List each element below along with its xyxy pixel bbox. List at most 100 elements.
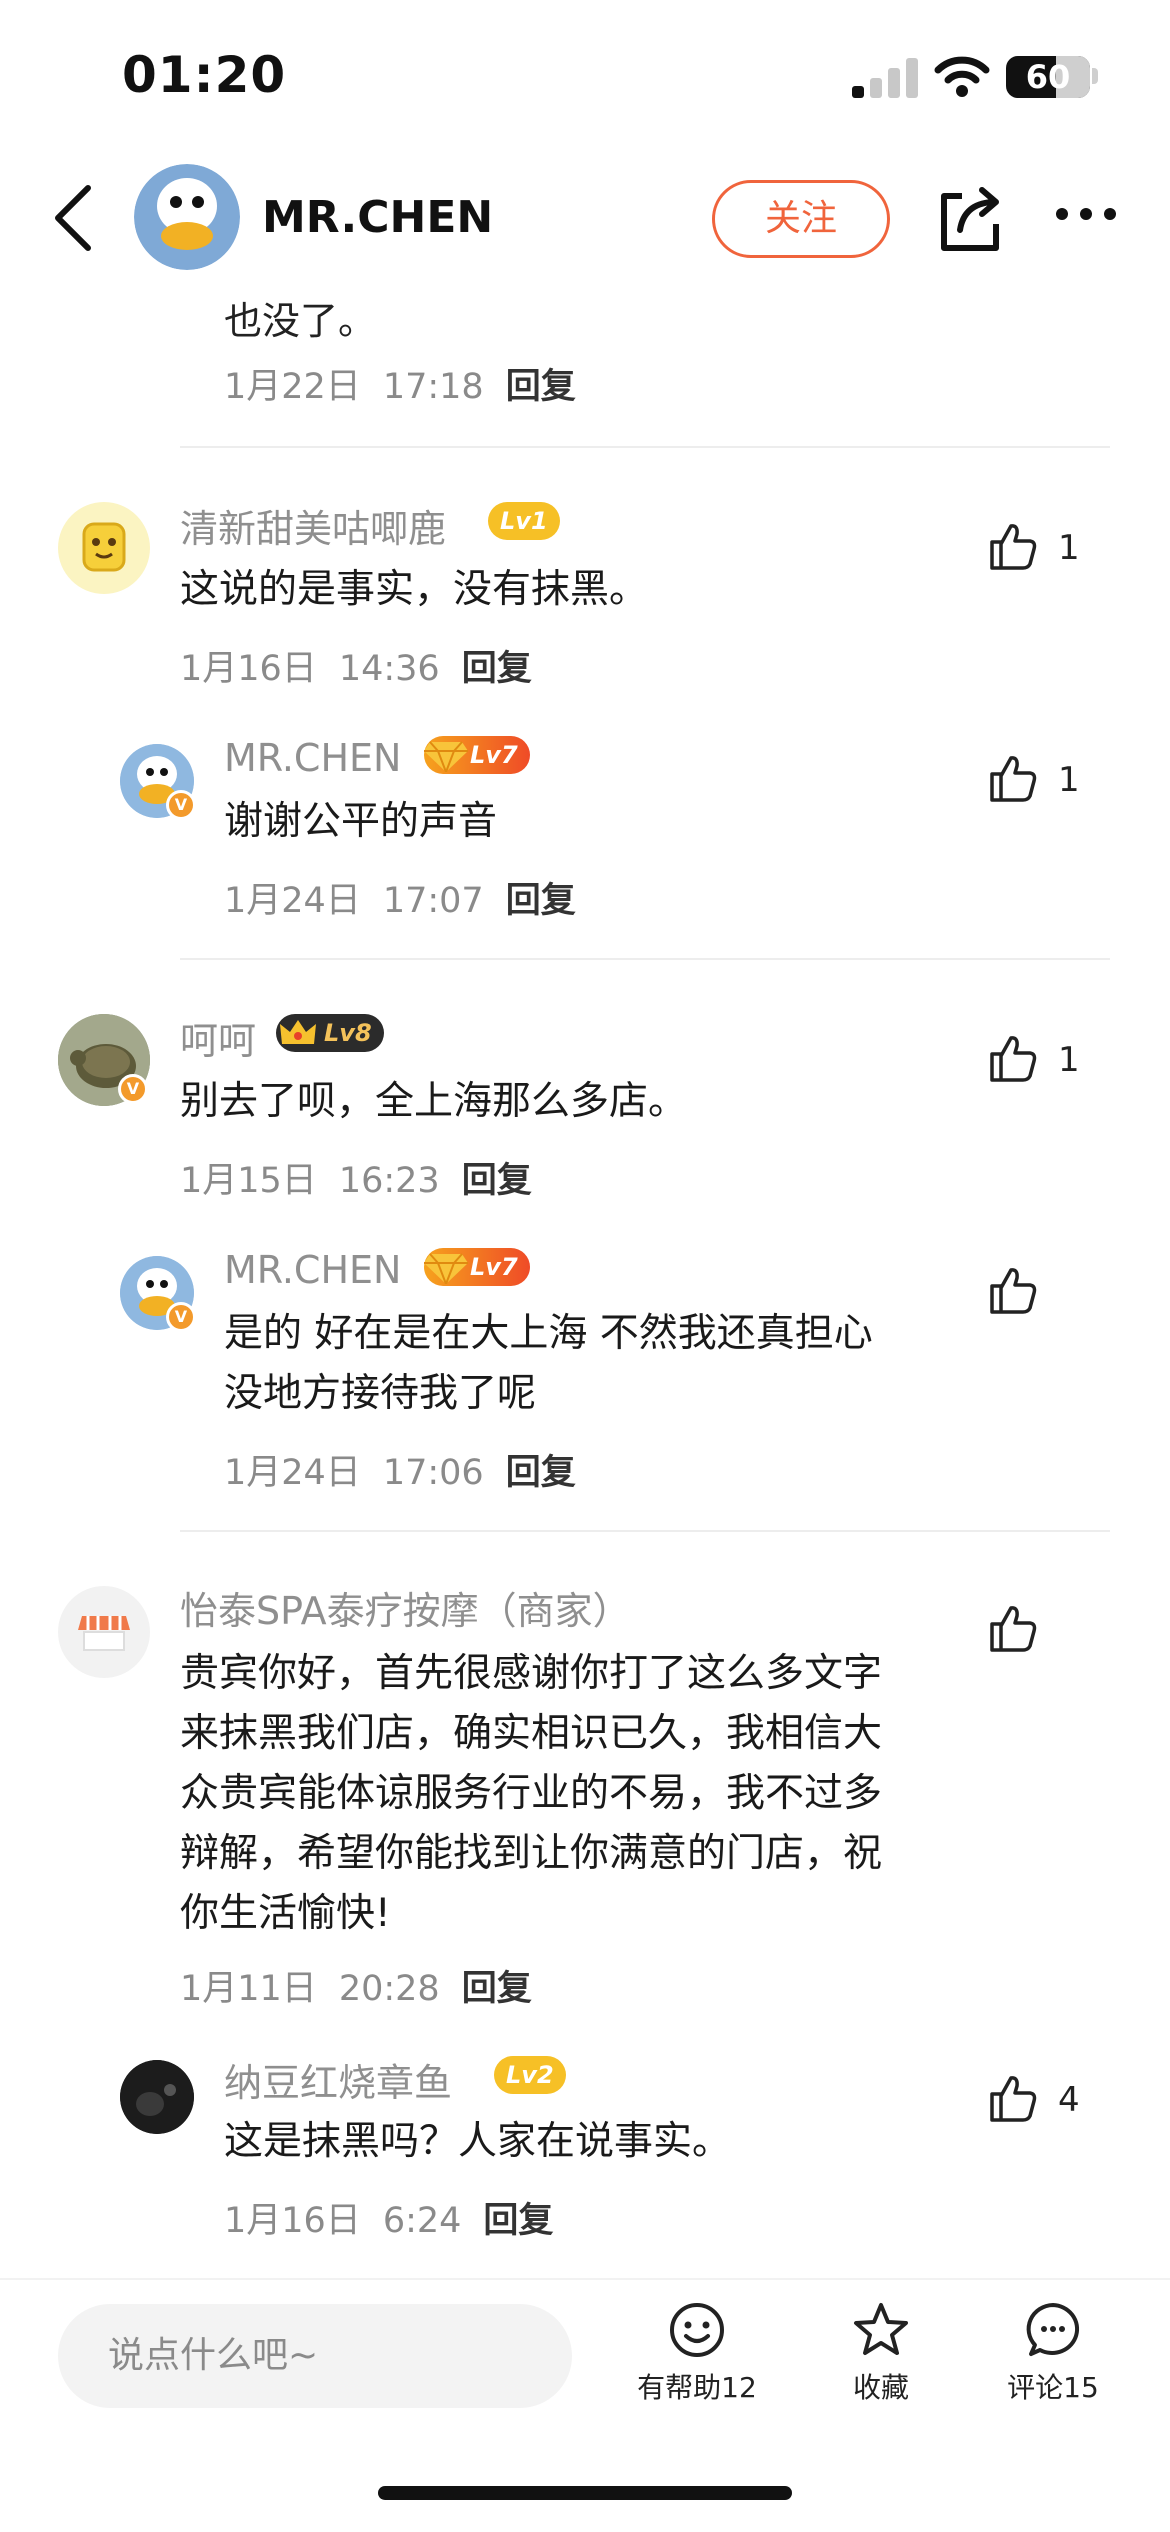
replier-name[interactable]: MR.CHEN <box>224 736 401 780</box>
favorite-label: 收藏 <box>852 2371 909 2404</box>
store-avatar[interactable] <box>58 1586 150 1678</box>
thumbs-up-icon <box>990 1606 1037 1652</box>
level-badge: Lv7 <box>424 1248 530 1286</box>
reply-date: 1月24日 <box>224 1453 361 1493</box>
thumbs-up-icon <box>990 524 1037 570</box>
comment-text-line: 众贵宾能体谅服务行业的不易，我不过多 <box>180 1771 883 1816</box>
reply-text: 谢谢公平的声音 <box>224 799 498 844</box>
thumbs-up-icon <box>990 756 1037 802</box>
comment-text-line: 你生活愉快! <box>180 1891 391 1936</box>
comments-label: 评论15 <box>1007 2371 1099 2404</box>
reply-button[interactable]: 回复 <box>506 881 576 921</box>
reply-time: 17:07 <box>382 881 484 921</box>
author-avatar[interactable] <box>134 164 240 270</box>
helpful-label: 有帮助12 <box>637 2371 757 2404</box>
level-text: Lv7 <box>470 741 518 769</box>
reply-text: 这是抹黑吗？人家在说事实。 <box>224 2119 732 2164</box>
comment-thread: 也没了。 1月22日 17:18 回复 清新甜美咕唧鹿 Lv1 这说的是事实，没有抹… <box>0 0 1170 2532</box>
author-name[interactable]: MR.CHEN <box>262 192 493 243</box>
reply-button[interactable]: 回复 <box>462 649 532 689</box>
comment-text-line: 来抹黑我们店，确实相识已久，我相信大 <box>180 1711 883 1756</box>
avatar[interactable] <box>120 2060 194 2134</box>
like-button[interactable] <box>988 1602 1108 1662</box>
like-button[interactable] <box>988 1264 1108 1324</box>
reply-button[interactable]: 回复 <box>506 367 576 407</box>
verified-badge: V <box>166 790 196 820</box>
comment-time: 20:28 <box>338 1969 440 2009</box>
reply-button[interactable]: 回复 <box>462 1969 532 2009</box>
merchant-name[interactable]: 怡泰SPA泰疗按摩（商家） <box>180 1580 631 1635</box>
thumbs-up-icon <box>990 1036 1037 1082</box>
diamond-icon <box>424 741 468 772</box>
level-text: Lv8 <box>324 1019 372 1047</box>
like-button[interactable]: 1 <box>988 752 1108 812</box>
commenter-name[interactable]: 清新甜美咕唧鹿 <box>180 498 446 553</box>
commenter-name[interactable]: 呵呵 <box>180 1010 256 1065</box>
reply-meta: 1月16日 6:24 回复 <box>224 2192 553 2243</box>
reply-text: 也没了。 <box>224 299 377 343</box>
comment-time: 14:36 <box>338 649 440 689</box>
smiley-icon <box>670 2303 724 2357</box>
reply-date: 1月16日 <box>224 2201 361 2241</box>
share-icon[interactable] <box>934 180 1006 256</box>
comment-date: 1月11日 <box>180 1969 317 2009</box>
comment-text-line: 贵宾你好，首先很感谢你打了这么多文字 <box>180 1651 883 1696</box>
home-indicator[interactable] <box>378 2486 792 2500</box>
replier-name[interactable]: 纳豆红烧章鱼 <box>224 2052 452 2107</box>
like-button[interactable]: 1 <box>988 1032 1108 1092</box>
avatar[interactable] <box>58 502 150 594</box>
reply-meta: 1月24日 17:07 回复 <box>224 872 576 923</box>
comment-text: 别去了呗，全上海那么多店。 <box>180 1079 688 1124</box>
thumbs-up-icon <box>990 2076 1037 2122</box>
reply-meta: 1月22日 17:18 回复 <box>224 358 576 409</box>
reply-text-line: 是的 好在是在大上海 不然我还真担心 <box>224 1311 873 1356</box>
level-badge: Lv8 <box>276 1014 384 1052</box>
comment-text-line: 辩解，希望你能找到让你满意的门店，祝 <box>180 1831 883 1876</box>
reply-meta: 1月24日 17:06 回复 <box>224 1444 576 1495</box>
comment-date: 1月16日 <box>180 649 317 689</box>
level-badge: Lv2 <box>494 2056 566 2094</box>
comment-meta: 1月15日 16:23 回复 <box>180 1152 532 1203</box>
divider <box>180 958 1110 960</box>
divider <box>180 446 1110 448</box>
helpful-button[interactable]: 有帮助12 <box>612 2300 782 2406</box>
comment-input[interactable]: 说点什么吧~ <box>58 2304 572 2408</box>
comment-text: 这说的是事实，没有抹黑。 <box>180 567 649 612</box>
level-text: Lv7 <box>470 1253 518 1281</box>
thumbs-up-icon <box>990 1268 1037 1314</box>
like-count: 1 <box>1058 1040 1080 1080</box>
crown-icon <box>280 1020 316 1044</box>
star-icon <box>854 2303 908 2355</box>
comment-date: 1月15日 <box>180 1161 317 1201</box>
level-badge: Lv1 <box>488 502 560 540</box>
store-icon <box>78 1616 130 1651</box>
reply-button[interactable]: 回复 <box>462 1161 532 1201</box>
favorite-button[interactable]: 收藏 <box>796 2300 966 2406</box>
like-button[interactable]: 4 <box>988 2072 1108 2132</box>
replier-name[interactable]: MR.CHEN <box>224 1248 401 1292</box>
comment-meta: 1月11日 20:28 回复 <box>180 1960 532 2011</box>
verified-badge: V <box>166 1302 196 1332</box>
like-count: 4 <box>1058 2080 1080 2120</box>
reply-time: 17:18 <box>382 367 484 407</box>
like-count: 1 <box>1058 760 1080 800</box>
comment-time: 16:23 <box>338 1161 440 1201</box>
level-badge: Lv7 <box>424 736 530 774</box>
diamond-icon <box>424 1253 468 1284</box>
reply-button[interactable]: 回复 <box>506 1453 576 1493</box>
like-count: 1 <box>1058 528 1080 568</box>
reply-text-line: 没地方接待我了呢 <box>224 1371 537 1416</box>
back-arrow-icon[interactable] <box>44 178 104 258</box>
reply-time: 17:06 <box>382 1453 484 1493</box>
reply-date: 1月24日 <box>224 881 361 921</box>
comment-bubble-icon <box>1026 2303 1080 2356</box>
nav-header: MR.CHEN 关注 <box>0 150 1170 290</box>
like-button[interactable]: 1 <box>988 520 1108 580</box>
follow-button[interactable]: 关注 <box>712 180 890 258</box>
reply-date: 1月22日 <box>224 367 361 407</box>
more-options-icon[interactable] <box>1056 208 1116 228</box>
divider <box>180 1530 1110 1532</box>
comments-button[interactable]: 评论15 <box>968 2300 1138 2406</box>
reply-button[interactable]: 回复 <box>483 2201 553 2241</box>
comment-meta: 1月16日 14:36 回复 <box>180 640 532 691</box>
